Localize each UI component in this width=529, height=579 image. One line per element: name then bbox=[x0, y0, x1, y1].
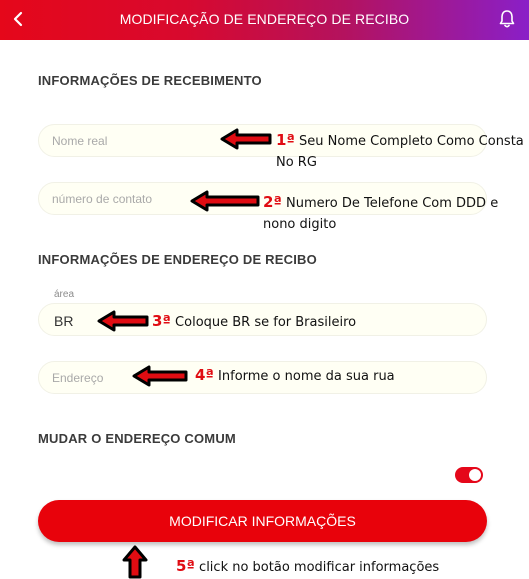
section-title-address: INFORMAÇÕES DE ENDEREÇO DE RECIBO bbox=[38, 252, 317, 267]
area-label: área bbox=[54, 289, 75, 300]
app-header: MODIFICAÇÃO DE ENDEREÇO DE RECIBO bbox=[0, 0, 529, 40]
annotation-2-line1: Numero De Telefone Com DDD e bbox=[286, 196, 499, 211]
area-value: BR bbox=[54, 313, 74, 329]
annotation-arrow-3-icon bbox=[97, 310, 149, 332]
common-address-toggle[interactable] bbox=[455, 467, 483, 483]
annotation-5-number: 5ª bbox=[176, 557, 195, 575]
annotation-5: 5ª click no botão modificar informações bbox=[176, 556, 439, 578]
annotation-1-line2: No RG bbox=[276, 155, 317, 170]
annotation-arrow-4-icon bbox=[132, 365, 188, 387]
annotation-3: 3ª Coloque BR se for Brasileiro bbox=[152, 311, 356, 333]
annotation-2: 2ª Numero De Telefone Com DDD e nono dig… bbox=[263, 192, 498, 235]
annotation-1: 1ª Seu Nome Completo Como Consta No RG bbox=[276, 130, 524, 173]
modify-info-button[interactable]: MODIFICAR INFORMAÇÕES bbox=[38, 500, 487, 542]
annotation-2-line2: nono digito bbox=[263, 217, 337, 232]
annotation-3-text: Coloque BR se for Brasileiro bbox=[175, 315, 357, 330]
annotation-arrow-1-icon bbox=[220, 128, 272, 150]
section-title-common-address: MUDAR O ENDEREÇO COMUM bbox=[38, 431, 236, 446]
contact-number-placeholder: número de contato bbox=[52, 192, 153, 206]
address-placeholder: Endereço bbox=[52, 371, 104, 385]
annotation-4: 4ª Informe o nome da sua rua bbox=[195, 365, 395, 387]
annotation-4-number: 4ª bbox=[195, 366, 214, 384]
page: MODIFICAÇÃO DE ENDEREÇO DE RECIBO INFORM… bbox=[0, 0, 529, 579]
annotation-2-number: 2ª bbox=[263, 193, 282, 211]
real-name-placeholder: Nome real bbox=[52, 134, 108, 148]
annotation-arrow-2-icon bbox=[190, 190, 260, 212]
section-title-receiving: INFORMAÇÕES DE RECEBIMENTO bbox=[38, 73, 262, 88]
annotation-arrow-5-icon bbox=[122, 545, 148, 579]
annotation-4-text: Informe o nome da sua rua bbox=[218, 369, 395, 384]
annotation-1-line1: Seu Nome Completo Como Consta bbox=[299, 134, 524, 149]
bell-icon[interactable] bbox=[498, 9, 516, 29]
annotation-5-text: click no botão modificar informações bbox=[199, 560, 440, 575]
annotation-3-number: 3ª bbox=[152, 312, 171, 330]
annotation-1-number: 1ª bbox=[276, 131, 295, 149]
page-title: MODIFICAÇÃO DE ENDEREÇO DE RECIBO bbox=[119, 11, 410, 27]
toggle-knob bbox=[469, 469, 481, 481]
